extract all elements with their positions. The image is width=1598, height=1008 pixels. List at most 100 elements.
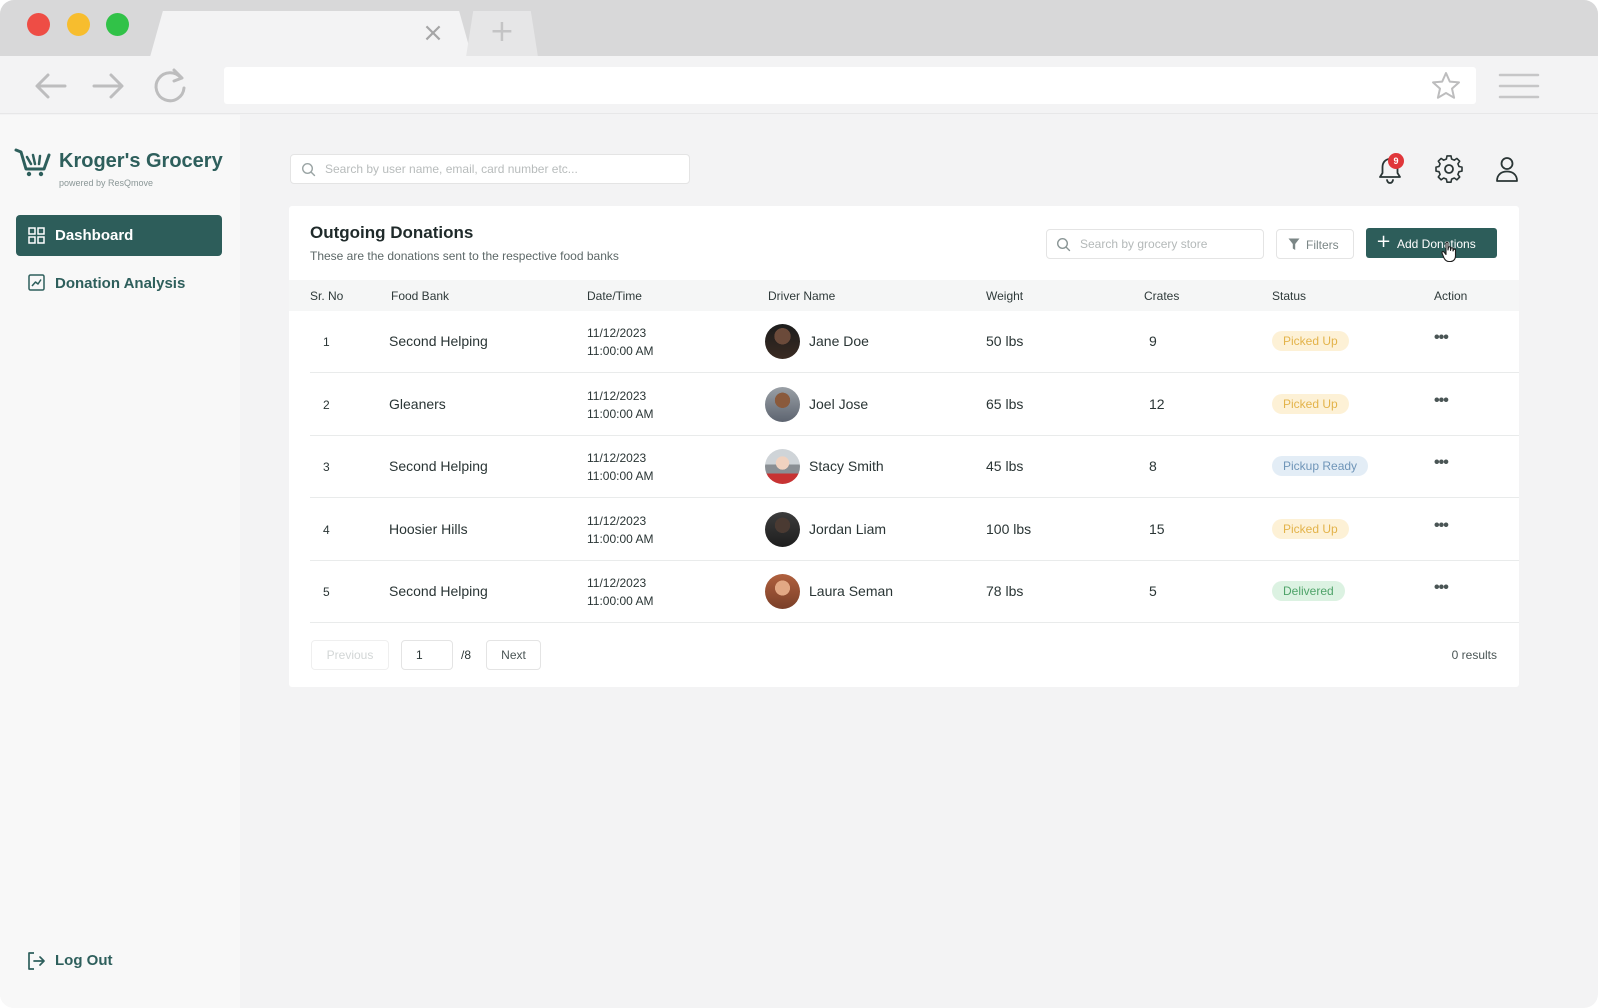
column-header-food-bank[interactable]: Food Bank	[391, 289, 449, 303]
forward-arrow-icon[interactable]	[88, 66, 128, 106]
logout-icon	[28, 952, 45, 970]
hand-cursor-icon	[1441, 241, 1457, 263]
column-header-crates[interactable]: Crates	[1144, 289, 1179, 303]
sidebar-item-dashboard[interactable]: Dashboard	[16, 215, 222, 256]
filter-icon	[1288, 238, 1300, 250]
driver-avatar	[765, 449, 800, 484]
chart-icon	[28, 274, 45, 291]
column-header-date-time[interactable]: Date/Time	[587, 289, 642, 303]
gear-icon[interactable]	[1435, 155, 1463, 183]
cell-date: 11/12/2023	[587, 326, 647, 340]
cell-food-bank: Gleaners	[389, 396, 446, 412]
column-header-status[interactable]: Status	[1272, 289, 1306, 303]
address-bar[interactable]	[224, 67, 1476, 104]
column-header-weight[interactable]: Weight	[986, 289, 1023, 303]
results-count: 0 results	[1451, 648, 1497, 662]
page-title: Outgoing Donations	[310, 223, 474, 242]
cell-weight: 100 lbs	[986, 521, 1032, 537]
cell-food-bank: Hoosier Hills	[389, 521, 468, 537]
cell-weight: 65 lbs	[986, 396, 1024, 412]
column-header-action: Action	[1434, 289, 1468, 303]
cell-crates: 12	[1149, 396, 1165, 412]
sidebar-item-donation-analysis[interactable]: Donation Analysis	[16, 264, 222, 302]
driver-avatar	[765, 324, 800, 359]
status-badge: Picked Up	[1272, 519, 1349, 539]
status-badge: Picked Up	[1272, 394, 1349, 414]
filters-button[interactable]: Filters	[1276, 229, 1354, 259]
plus-icon[interactable]: +	[488, 17, 516, 47]
add-donations-label: Add Donations	[1397, 237, 1476, 251]
driver-avatar	[765, 574, 800, 609]
cell-time: 11:00:00 AM	[587, 407, 654, 421]
cell-weight: 45 lbs	[986, 458, 1024, 474]
page-number-input[interactable]	[401, 640, 453, 670]
search-icon	[301, 162, 316, 177]
bookmark-star-icon[interactable]	[1430, 70, 1462, 102]
cell-driver-name: Jane Doe	[809, 333, 869, 349]
cell-driver-name: Joel Jose	[809, 396, 869, 412]
user-profile-icon[interactable]	[1494, 155, 1520, 183]
cell-sr-no: 2	[323, 398, 330, 412]
cell-time: 11:00:00 AM	[587, 344, 654, 358]
logout-label: Log Out	[55, 952, 113, 969]
status-badge: Pickup Ready	[1272, 456, 1369, 476]
cell-crates: 15	[1149, 521, 1165, 537]
cell-driver-name: Jordan Liam	[809, 521, 887, 537]
close-tab-icon[interactable]: ×	[420, 20, 446, 46]
brand-tagline: powered by ResQmove	[59, 178, 154, 188]
cell-date: 11/12/2023	[587, 514, 647, 528]
cell-food-bank: Second Helping	[389, 333, 488, 349]
page-subtitle: These are the donations sent to the resp…	[310, 249, 619, 263]
status-badge: Delivered	[1272, 581, 1345, 601]
sidebar-item-label: Donation Analysis	[55, 275, 186, 292]
cell-weight: 50 lbs	[986, 333, 1024, 349]
global-search[interactable]	[290, 154, 690, 184]
minimize-window-button[interactable]	[67, 13, 90, 36]
basket-logo-icon	[14, 148, 51, 177]
reload-icon[interactable]	[150, 66, 190, 106]
cell-time: 11:00:00 AM	[587, 469, 654, 483]
cell-sr-no: 5	[323, 585, 330, 599]
cell-sr-no: 4	[323, 523, 330, 537]
cell-date: 11/12/2023	[587, 576, 647, 590]
grocery-search-input[interactable]	[1080, 235, 1256, 253]
grocery-search[interactable]	[1046, 229, 1264, 259]
search-icon	[1056, 237, 1071, 252]
browser-menu-icon[interactable]	[1498, 72, 1540, 100]
page-total: /8	[461, 648, 472, 662]
cell-driver-name: Stacy Smith	[809, 458, 884, 474]
filters-label: Filters	[1306, 238, 1339, 252]
grid-icon	[28, 227, 45, 244]
row-actions-menu-icon[interactable]: •••	[1434, 579, 1449, 597]
column-header-driver-name[interactable]: Driver Name	[768, 289, 835, 303]
add-donations-button[interactable]: + Add Donations	[1366, 228, 1497, 258]
cell-driver-name: Laura Seman	[809, 583, 894, 599]
driver-avatar	[765, 512, 800, 547]
table-header	[289, 280, 1519, 311]
previous-page-button[interactable]: Previous	[311, 640, 389, 670]
cell-sr-no: 1	[323, 335, 330, 349]
browser-window: × + Kroger's Grocery powered by ResQmove…	[0, 0, 1598, 1008]
global-search-input[interactable]	[325, 159, 680, 179]
cell-food-bank: Second Helping	[389, 583, 488, 599]
cell-time: 11:00:00 AM	[587, 532, 654, 546]
row-actions-menu-icon[interactable]: •••	[1434, 454, 1449, 472]
sidebar-item-label: Dashboard	[55, 227, 134, 244]
plus-icon: +	[1376, 231, 1392, 252]
brand-name: Kroger's Grocery	[59, 150, 223, 172]
cell-time: 11:00:00 AM	[587, 594, 654, 608]
row-actions-menu-icon[interactable]: •••	[1434, 329, 1449, 347]
cell-date: 11/12/2023	[587, 451, 647, 465]
cell-crates: 8	[1149, 458, 1157, 474]
row-actions-menu-icon[interactable]: •••	[1434, 392, 1449, 410]
status-badge: Picked Up	[1272, 331, 1349, 351]
cell-date: 11/12/2023	[587, 389, 647, 403]
back-arrow-icon[interactable]	[31, 66, 71, 106]
column-header-sr-no[interactable]: Sr. No	[310, 289, 343, 303]
close-window-button[interactable]	[27, 13, 50, 36]
maximize-window-button[interactable]	[106, 13, 129, 36]
next-page-button[interactable]: Next	[486, 640, 541, 670]
cell-sr-no: 3	[323, 460, 330, 474]
row-actions-menu-icon[interactable]: •••	[1434, 517, 1449, 535]
cell-food-bank: Second Helping	[389, 458, 488, 474]
